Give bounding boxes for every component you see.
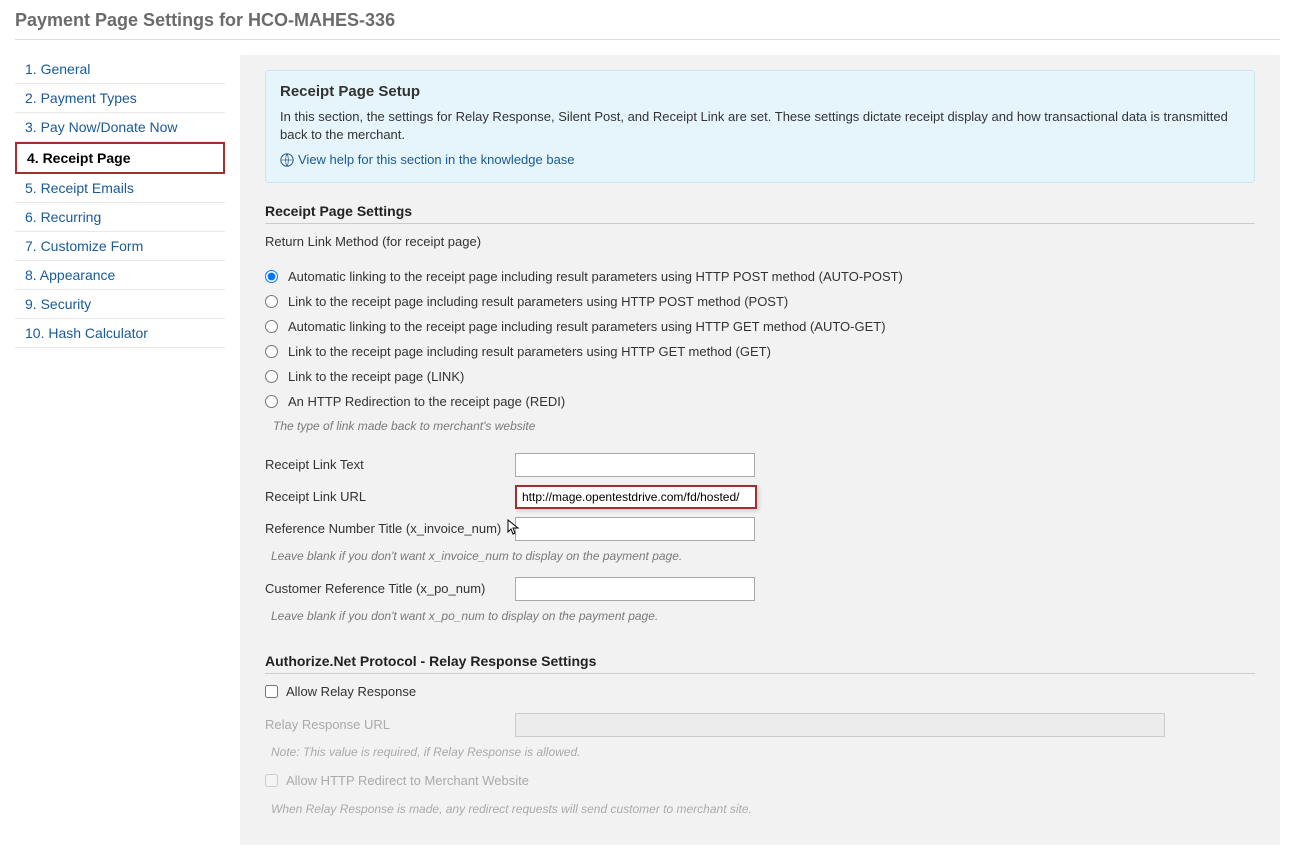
cust-ref-title-input[interactable] [515,577,755,601]
return-link-method-label: Return Link Method (for receipt page) [265,234,1255,249]
cust-ref-title-label: Customer Reference Title (x_po_num) [265,581,515,596]
radio-auto-get[interactable] [265,320,278,333]
ref-num-title-hint: Leave blank if you don't want x_invoice_… [271,549,1255,563]
return-link-hint: The type of link made back to merchant's… [265,419,1255,433]
radio-auto-post-label: Automatic linking to the receipt page in… [288,269,903,284]
sidebar-item-hash-calculator[interactable]: 10. Hash Calculator [15,319,225,348]
relay-url-input [515,713,1165,737]
radio-redi-label: An HTTP Redirection to the receipt page … [288,394,565,409]
info-title: Receipt Page Setup [280,83,1240,100]
radio-get[interactable] [265,345,278,358]
allow-relay-label: Allow Relay Response [286,684,416,699]
receipt-settings-heading: Receipt Page Settings [265,203,1255,224]
relay-url-hint: Note: This value is required, if Relay R… [271,745,1255,759]
help-link[interactable]: View help for this section in the knowle… [280,152,575,167]
ref-num-title-label: Reference Number Title (x_invoice_num) [265,521,515,536]
info-text: In this section, the settings for Relay … [280,108,1240,144]
radio-link[interactable] [265,370,278,383]
sidebar-item-general[interactable]: 1. General [15,55,225,84]
receipt-link-text-input[interactable] [515,453,755,477]
sidebar-item-payment-types[interactable]: 2. Payment Types [15,84,225,113]
sidebar-item-security[interactable]: 9. Security [15,290,225,319]
page-title: Payment Page Settings for HCO-MAHES-336 [15,10,1280,40]
relay-heading: Authorize.Net Protocol - Relay Response … [265,653,1255,674]
sidebar-item-appearance[interactable]: 8. Appearance [15,261,225,290]
radio-post-label: Link to the receipt page including resul… [288,294,788,309]
allow-redirect-checkbox [265,774,278,787]
sidebar-nav: 1. General 2. Payment Types 3. Pay Now/D… [15,55,225,845]
sidebar-item-pay-now[interactable]: 3. Pay Now/Donate Now [15,113,225,142]
relay-url-label: Relay Response URL [265,717,515,732]
radio-get-label: Link to the receipt page including resul… [288,344,771,359]
receipt-link-url-label: Receipt Link URL [265,489,515,504]
radio-auto-post[interactable] [265,270,278,283]
allow-relay-checkbox[interactable] [265,685,278,698]
allow-redirect-label: Allow HTTP Redirect to Merchant Website [286,773,529,788]
sidebar-item-customize-form[interactable]: 7. Customize Form [15,232,225,261]
receipt-link-url-input[interactable] [515,485,757,509]
radio-post[interactable] [265,295,278,308]
receipt-link-text-label: Receipt Link Text [265,457,515,472]
content-area: Receipt Page Setup In this section, the … [240,55,1280,845]
info-box: Receipt Page Setup In this section, the … [265,70,1255,183]
sidebar-item-receipt-page[interactable]: 4. Receipt Page [15,142,225,174]
radio-auto-get-label: Automatic linking to the receipt page in… [288,319,886,334]
radio-redi[interactable] [265,395,278,408]
radio-link-label: Link to the receipt page (LINK) [288,369,464,384]
sidebar-item-receipt-emails[interactable]: 5. Receipt Emails [15,174,225,203]
help-link-text: View help for this section in the knowle… [298,152,575,167]
allow-redirect-hint: When Relay Response is made, any redirec… [271,802,1255,816]
sidebar-item-recurring[interactable]: 6. Recurring [15,203,225,232]
cust-ref-title-hint: Leave blank if you don't want x_po_num t… [271,609,1255,623]
ref-num-title-input[interactable] [515,517,755,541]
globe-help-icon [280,153,294,167]
